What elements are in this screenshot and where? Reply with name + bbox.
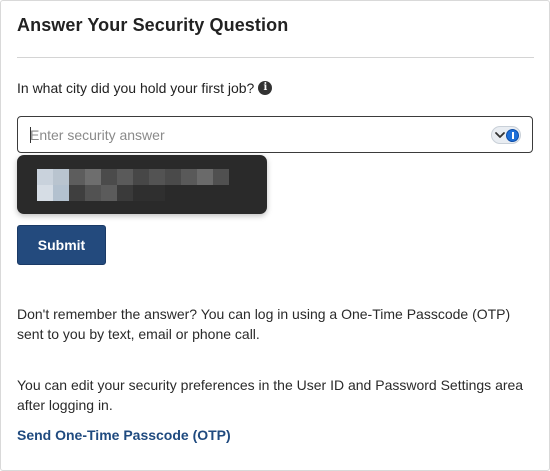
security-question-card: Answer Your Security Question In what ci… <box>0 0 550 471</box>
preferences-help-text: You can edit your security preferences i… <box>17 377 524 413</box>
title-divider <box>17 57 534 58</box>
submit-button[interactable]: Submit <box>17 225 106 265</box>
password-manager-logo-icon <box>506 128 519 142</box>
chevron-down-icon <box>495 132 505 138</box>
otp-help-text: Don't remember the answer? You can log i… <box>17 306 511 342</box>
redacted-suggestion <box>37 169 229 201</box>
autofill-suggestion-popup[interactable] <box>17 155 267 214</box>
page-title: Answer Your Security Question <box>17 15 289 35</box>
info-icon[interactable]: i <box>258 81 273 95</box>
text-cursor <box>30 127 31 143</box>
security-question: In what city did you hold your first job… <box>17 80 273 96</box>
security-answer-input[interactable] <box>18 117 488 152</box>
security-answer-field-wrapper <box>17 116 533 153</box>
security-question-label: In what city did you hold your first job… <box>17 80 255 96</box>
password-manager-icon[interactable] <box>491 126 521 144</box>
send-otp-link[interactable]: Send One-Time Passcode (OTP) <box>17 427 231 443</box>
